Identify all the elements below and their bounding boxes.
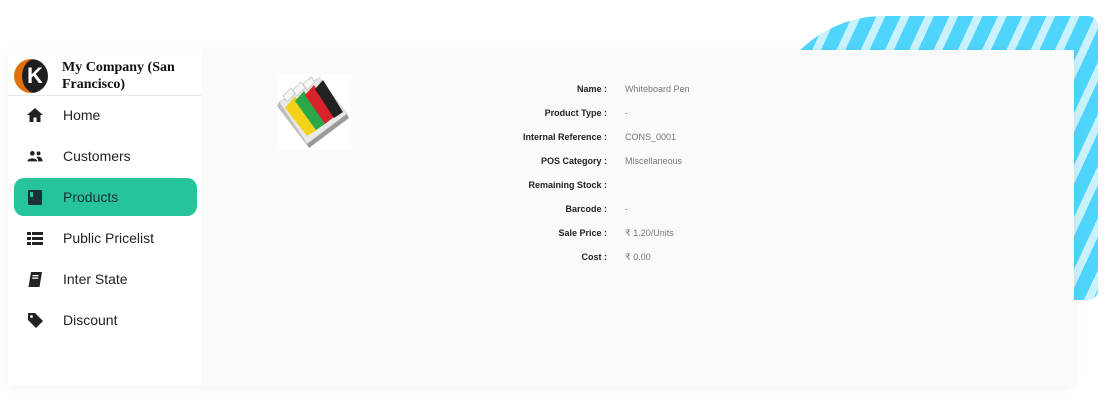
list-icon [27,230,43,246]
sidebar-item-label: Discount [63,312,118,328]
field-value: - [625,204,628,214]
sidebar-item-products[interactable]: Products [14,178,197,216]
field-value: ₹ 0.00 [625,252,651,262]
field-label: Barcode : [565,204,607,214]
detail-row-internal-reference: Internal Reference : CONS_0001 [477,132,877,146]
field-label: Name : [576,84,607,94]
detail-row-sale-price: Sale Price : ₹ 1.20/Units [477,228,877,242]
sidebar-item-label: Public Pricelist [63,230,155,246]
detail-row-product-type: Product Type : - [477,108,877,122]
sidebar-item-label: Inter State [63,271,128,287]
sidebar-item-label: Products [63,189,119,205]
sidebar-nav: Home Customers Products Public Pricelist [8,96,201,342]
tag-icon [27,312,43,328]
sidebar-item-label: Home [63,107,101,123]
sidebar-item-public-pricelist[interactable]: Public Pricelist [14,219,197,257]
detail-row-pos-category: POS Category : Miscellaneous [477,156,877,170]
company-header: K My Company (San Francisco) [8,50,201,96]
sidebar-item-discount[interactable]: Discount [14,301,197,339]
sidebar-item-label: Customers [63,148,131,164]
sidebar-item-home[interactable]: Home [14,96,197,134]
detail-row-name: Name : Whiteboard Pen [477,84,877,98]
field-label: Cost : [581,252,608,262]
logo-letter: K [22,59,48,93]
field-label: POS Category : [540,156,607,166]
users-icon [27,148,43,164]
field-value: Miscellaneous [625,156,683,166]
field-label: Internal Reference : [522,132,607,142]
field-label: Sale Price : [558,228,607,238]
sidebar: K My Company (San Francisco) Home Custom… [8,50,201,386]
main-card: K My Company (San Francisco) Home Custom… [8,50,1074,386]
field-label: Remaining Stock : [528,180,607,190]
field-value: - [625,108,628,118]
detail-row-barcode: Barcode : - [477,204,877,218]
field-value: Whiteboard Pen [625,84,690,94]
sidebar-item-inter-state[interactable]: Inter State [14,260,197,298]
book-icon [27,189,43,205]
product-detail-panel: Name : Whiteboard Pen Product Type : - I… [201,50,1074,386]
field-value: ₹ 1.20/Units [625,228,674,238]
whiteboard-markers-image [277,74,351,150]
company-name: My Company (San Francisco) [62,60,175,92]
sidebar-item-customers[interactable]: Customers [14,137,197,175]
detail-row-remaining-stock: Remaining Stock : [477,180,877,194]
field-label: Product Type : [544,108,607,118]
detail-row-cost: Cost : ₹ 0.00 [477,252,877,266]
home-icon [27,107,43,123]
field-value: CONS_0001 [625,132,677,142]
company-logo: K [14,59,48,93]
ledger-icon [27,271,43,287]
